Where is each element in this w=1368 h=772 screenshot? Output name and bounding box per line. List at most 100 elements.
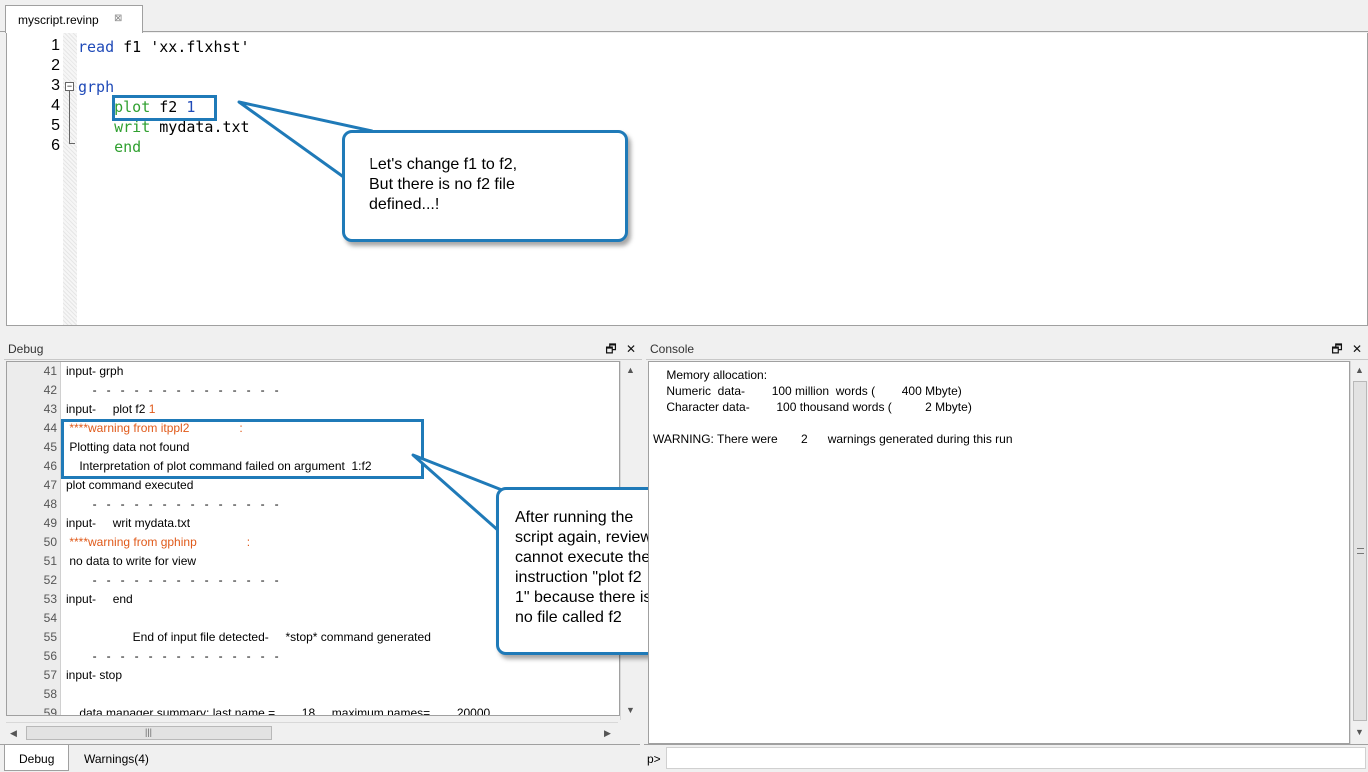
tab-warnings[interactable]: Warnings(4) (70, 745, 163, 771)
debug-text: input- stop (66, 668, 123, 682)
debug-line-text: input- grph (66, 364, 123, 378)
debug-line-number: 41 (43, 364, 57, 378)
horizontal-scroll-thumb[interactable]: ||| (26, 726, 272, 740)
debug-line-number: 55 (43, 630, 57, 644)
debug-line-number: 46 (43, 459, 57, 473)
console-panel-header: Console 🗗 ✕ (646, 334, 1368, 360)
code-line: end (78, 138, 141, 156)
debug-line-text: - - - - - - - - - - - - - - (66, 497, 279, 511)
scroll-up-icon[interactable]: ▲ (626, 365, 635, 375)
debug-line: 41 input- grph (7, 364, 619, 383)
debug-text: ****warning from gphinp : (66, 535, 251, 549)
debug-line-number: 51 (43, 554, 57, 568)
debug-text: - - - - - - - - - - - - - - (66, 497, 279, 511)
debug-text: input- end (66, 592, 133, 606)
highlight-warning-block (61, 419, 424, 479)
debug-text: input- grph (66, 364, 124, 378)
console-command-input[interactable] (666, 747, 1366, 769)
editor-callout-line: But there is no f2 file (369, 176, 515, 193)
debug-line-text: input- stop (66, 668, 122, 682)
tab-debug[interactable]: Debug (4, 745, 70, 771)
editor-callout-line: defined...! (369, 196, 440, 213)
fold-toggle-icon[interactable]: − (65, 82, 74, 91)
debug-text: - - - - - - - - - - - - - - (66, 383, 279, 397)
restore-icon[interactable]: 🗗 (605, 342, 616, 356)
grip-icon (1357, 548, 1364, 554)
editor-callout: Let's change f1 to f2, But there is no f… (342, 130, 628, 242)
debug-line-number: 48 (43, 497, 57, 511)
scroll-up-icon[interactable]: ▲ (1355, 365, 1364, 375)
debug-warning-text: ****warning from gphinp : (66, 535, 250, 549)
close-icon[interactable]: ✕ (1352, 342, 1362, 356)
debug-line-text: data manager summary: last name = 18 max… (66, 706, 491, 716)
debug-line-number: 54 (43, 611, 57, 625)
grip-icon: ||| (145, 727, 153, 737)
console-line: Memory allocation: (653, 368, 768, 382)
debug-text: - - - - - - - - - - - - - - (66, 649, 279, 663)
debug-line-number: 44 (43, 421, 57, 435)
debug-line-text: - - - - - - - - - - - - - - (66, 383, 279, 397)
debug-line-number: 49 (43, 516, 57, 530)
code-keyword: grph (78, 78, 115, 96)
debug-text: End of input file detected- *stop* comma… (66, 630, 431, 644)
debug-line: 59 data manager summary: last name = 18 … (7, 706, 619, 716)
app-window: myscript.revinp ⊠ 1 2 3 4 5 6 − read f1 'xx.f… (0, 0, 1368, 772)
prompt-label: p> (647, 752, 661, 766)
console-line: WARNING: There were 2 warnings generated… (653, 432, 1013, 446)
fold-line (69, 91, 70, 143)
debug-line-number: 53 (43, 592, 57, 606)
code-keyword: read (78, 38, 115, 56)
debug-text: no data to write for view (66, 554, 197, 568)
restore-icon[interactable]: 🗗 (1331, 342, 1342, 356)
close-tab-icon[interactable]: ⊠ (114, 13, 122, 24)
console-vertical-scrollbar[interactable]: ▲ ▼ (1350, 361, 1368, 744)
code-editor[interactable]: 123456 − read f1 'xx.flxhst' grph plot f2… (6, 33, 1368, 326)
highlight-plot-line (112, 95, 217, 121)
line-number: 3 (51, 77, 60, 94)
vertical-scroll-thumb[interactable] (1353, 381, 1367, 721)
code-line: read f1 'xx.flxhst' (78, 38, 250, 56)
scroll-right-icon[interactable]: ▶ (604, 728, 611, 739)
line-number: 2 (51, 57, 60, 74)
line-number: 5 (51, 117, 60, 134)
debug-panel-header: Debug 🗗 ✕ (4, 334, 642, 360)
console-panel-title: Console (650, 342, 695, 356)
debug-line-number: 47 (43, 478, 57, 492)
scroll-down-icon[interactable]: ▼ (626, 705, 635, 715)
debug-line-text: End of input file detected- *stop* comma… (66, 630, 431, 644)
debug-argument-highlight: 1 (148, 402, 156, 416)
debug-text: input- writ mydata.txt (66, 516, 191, 530)
console-prompt-bar: p> (644, 744, 1368, 772)
debug-line-number: 59 (43, 706, 57, 716)
console-line: Numeric data- 100 million words ( 400 Mb… (653, 384, 962, 398)
debug-text: plot command executed (66, 478, 194, 492)
debug-line-text: - - - - - - - - - - - - - - (66, 573, 279, 587)
scroll-down-icon[interactable]: ▼ (1355, 727, 1364, 737)
debug-line-text: input- plot f2 1 (66, 402, 155, 416)
debug-line-text: no data to write for view (66, 554, 196, 568)
editor-callout-line: Let's change f1 to f2, (369, 156, 518, 173)
debug-line-number: 43 (43, 402, 57, 416)
line-number: 4 (51, 97, 60, 114)
line-number: 6 (51, 137, 60, 154)
debug-text: input- plot f2 (66, 402, 149, 416)
debug-line-number: 58 (43, 687, 57, 701)
editor-tab[interactable]: myscript.revinp ⊠ (5, 5, 143, 33)
debug-line: 57 input- stop (7, 668, 619, 687)
debug-text: data manager summary: last name = 18 max… (66, 706, 491, 716)
editor-tabbar: myscript.revinp ⊠ (0, 0, 1368, 33)
line-number-gutter: 1 2 3 4 5 6 (7, 33, 63, 325)
scroll-left-icon[interactable]: ◀ (10, 728, 17, 739)
callout-pointer-debug-cover (499, 494, 502, 532)
fold-end (69, 143, 75, 144)
close-icon[interactable]: ✕ (626, 342, 636, 356)
debug-horizontal-scrollbar[interactable]: ◀ ||| ▶ (6, 722, 618, 743)
debug-line-text: input- writ mydata.txt (66, 516, 190, 530)
debug-line-text: input- end (66, 592, 133, 606)
console-output[interactable]: Memory allocation: Numeric data- 100 mil… (648, 361, 1350, 744)
debug-line: 42 - - - - - - - - - - - - - - (7, 383, 619, 402)
fold-margin (63, 33, 77, 325)
debug-line-number: 52 (43, 573, 57, 587)
debug-line-text: - - - - - - - - - - - - - - (66, 649, 279, 663)
